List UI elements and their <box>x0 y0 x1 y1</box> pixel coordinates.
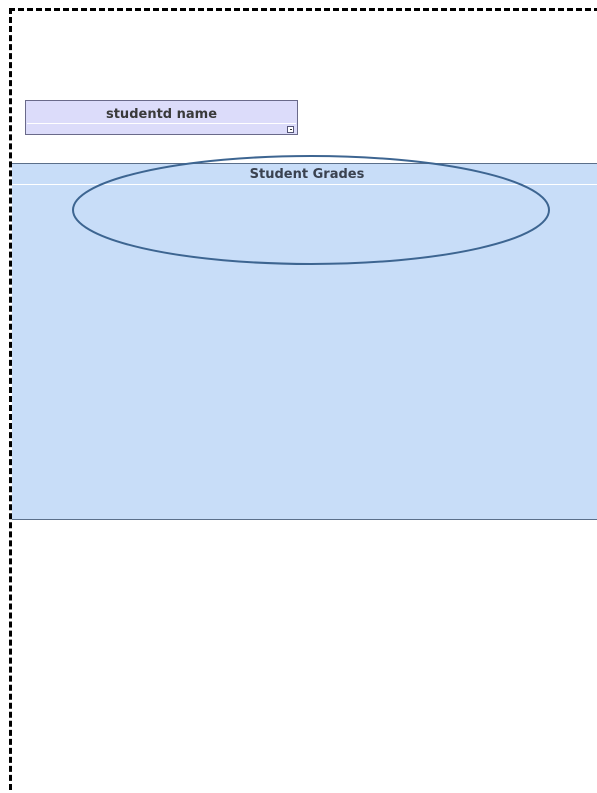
field-divider <box>27 123 296 124</box>
student-name-field[interactable]: studentd name <box>25 100 298 135</box>
student-grades-title: Student Grades <box>249 167 365 182</box>
panel-divider <box>12 184 597 185</box>
student-grades-panel[interactable]: Student Grades <box>12 163 597 520</box>
field-resize-handle-icon[interactable] <box>287 126 294 133</box>
report-design-canvas: studentd name Student Grades <box>0 0 597 793</box>
student-name-label: studentd name <box>105 107 218 122</box>
